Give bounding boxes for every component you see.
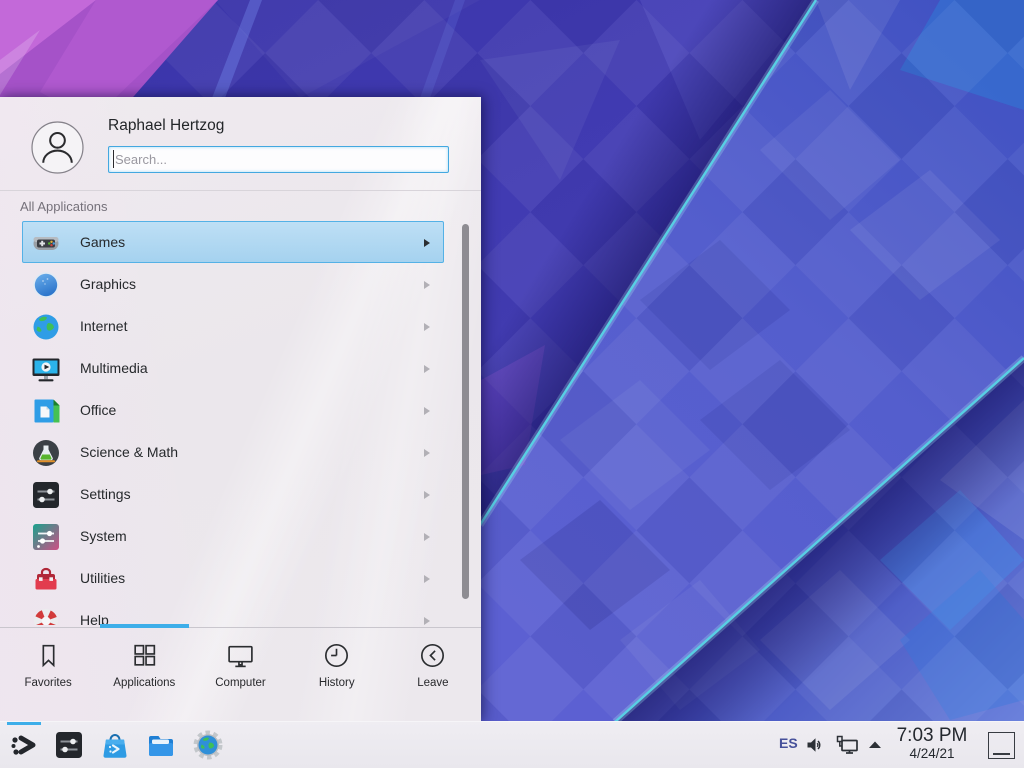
clock-date: 4/24/21 [886, 746, 978, 762]
application-launcher-menu: Raphael Hertzog All Applications Games [0, 97, 481, 722]
submenu-arrow-icon [424, 617, 430, 625]
category-office[interactable]: Office [22, 389, 444, 431]
submenu-arrow-icon [424, 239, 430, 247]
taskbar: ES 7:03 PM 4/24/21 [0, 721, 1024, 768]
search-input[interactable] [108, 146, 449, 173]
gamepad-icon [30, 227, 62, 259]
graphics-sphere-icon [30, 269, 62, 301]
tab-favorites[interactable]: Favorites [0, 628, 96, 722]
utilities-toolbox-icon [30, 563, 62, 595]
system-sliders-icon [30, 521, 62, 553]
launcher-tabbar: Favorites Applications Computer [0, 628, 481, 722]
volume-icon[interactable] [805, 735, 825, 755]
tab-applications[interactable]: Applications [96, 628, 192, 722]
globe-icon [30, 311, 62, 343]
category-science-math[interactable]: Science & Math [22, 431, 444, 473]
media-screen-icon [30, 353, 62, 385]
text-cursor [113, 150, 114, 168]
category-help[interactable]: Help [22, 599, 444, 625]
science-flask-icon [30, 437, 62, 469]
category-system[interactable]: System [22, 515, 444, 557]
submenu-arrow-icon [424, 533, 430, 541]
category-settings[interactable]: Settings [22, 473, 444, 515]
user-avatar[interactable] [31, 121, 84, 174]
digital-clock[interactable]: 7:03 PM 4/24/21 [886, 725, 978, 762]
apps-grid-icon [130, 641, 159, 670]
header-divider [0, 190, 481, 191]
category-list: Games Graphics Internet [0, 217, 481, 625]
expand-tray-icon[interactable] [866, 735, 884, 755]
help-lifebuoy-icon [30, 605, 62, 625]
web-browser-icon[interactable] [192, 729, 224, 761]
tab-leave[interactable]: Leave [385, 628, 481, 722]
history-clock-icon [322, 641, 351, 670]
submenu-arrow-icon [424, 323, 430, 331]
file-manager-icon[interactable] [145, 729, 177, 761]
category-multimedia[interactable]: Multimedia [22, 347, 444, 389]
category-internet[interactable]: Internet [22, 305, 444, 347]
network-icon[interactable] [836, 735, 860, 755]
tab-computer[interactable]: Computer [192, 628, 288, 722]
submenu-arrow-icon [424, 449, 430, 457]
launcher-active-indicator [7, 722, 41, 725]
system-settings-icon[interactable] [53, 729, 85, 761]
submenu-arrow-icon [424, 575, 430, 583]
submenu-arrow-icon [424, 365, 430, 373]
clock-time: 7:03 PM [886, 725, 978, 746]
section-label: All Applications [20, 199, 107, 214]
category-utilities[interactable]: Utilities [22, 557, 444, 599]
app-launcher-icon[interactable] [8, 729, 40, 761]
tab-history[interactable]: History [289, 628, 385, 722]
user-name: Raphael Hertzog [108, 117, 224, 135]
office-document-icon [30, 395, 62, 427]
submenu-arrow-icon [424, 407, 430, 415]
category-graphics[interactable]: Graphics [22, 263, 444, 305]
bookmark-icon [34, 641, 63, 670]
submenu-arrow-icon [424, 491, 430, 499]
settings-sliders-icon [30, 479, 62, 511]
show-desktop-button[interactable] [988, 732, 1015, 759]
computer-monitor-icon [226, 641, 255, 670]
keyboard-layout-indicator[interactable]: ES [779, 735, 798, 751]
category-games[interactable]: Games [22, 221, 444, 263]
leave-icon [418, 641, 447, 670]
list-scrollbar[interactable] [462, 224, 469, 599]
discover-icon[interactable] [99, 729, 131, 761]
submenu-arrow-icon [424, 281, 430, 289]
